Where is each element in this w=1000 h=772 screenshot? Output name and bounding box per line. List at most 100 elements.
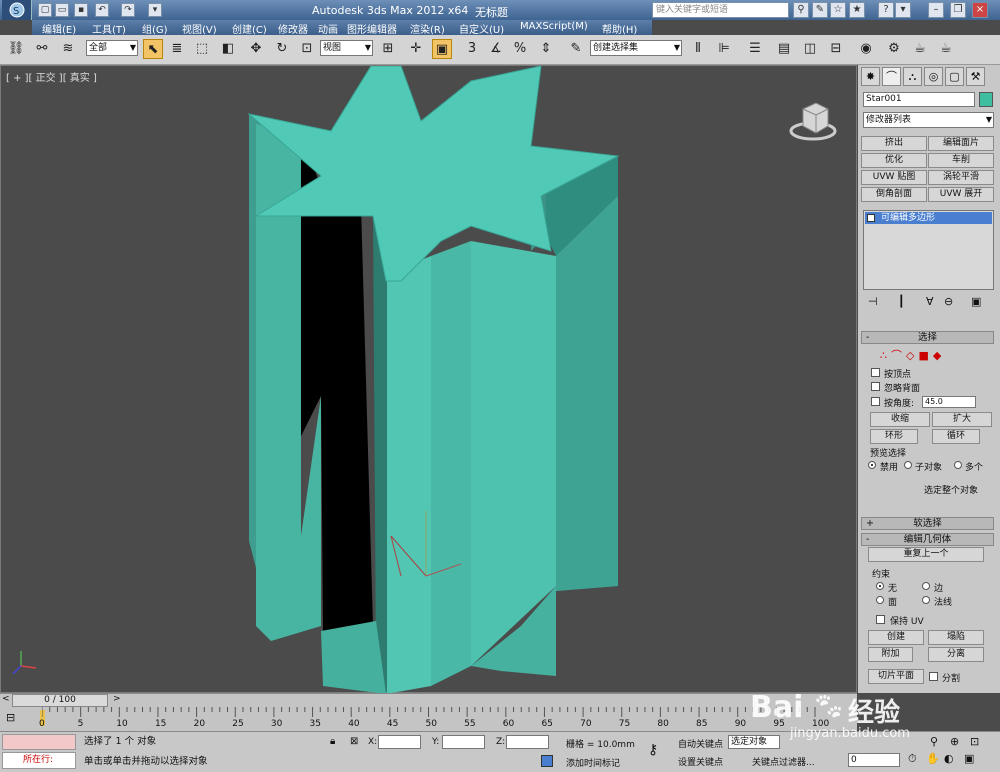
- by-angle-checkbox[interactable]: [871, 397, 880, 406]
- make-unique-icon[interactable]: ∀: [926, 295, 934, 308]
- tools-icon[interactable]: ✎: [812, 2, 828, 18]
- next-frame-icon[interactable]: >: [113, 694, 121, 704]
- spinner-snap-icon[interactable]: ⇕: [536, 39, 556, 59]
- app-logo-icon[interactable]: S: [2, 0, 32, 20]
- select-manipulate-icon[interactable]: ✛: [406, 39, 426, 59]
- select-by-name-icon[interactable]: ≣: [167, 39, 187, 59]
- select-object-icon[interactable]: ⬉: [143, 39, 163, 59]
- graphite-modeling-icon[interactable]: ▤: [774, 39, 794, 59]
- ring-button[interactable]: 环形: [870, 429, 918, 444]
- collapse-button[interactable]: 塌陷: [928, 630, 984, 645]
- orbit-icon[interactable]: ◐: [944, 752, 954, 765]
- keyboard-shortcut-override-icon[interactable]: ▣: [432, 39, 452, 59]
- constraint-face-radio[interactable]: [876, 596, 884, 604]
- motion-tab-icon[interactable]: ◎: [924, 67, 943, 86]
- schematic-view-icon[interactable]: ⊟: [826, 39, 846, 59]
- script-line-label[interactable]: 所在行:: [2, 752, 76, 769]
- stack-expand-icon[interactable]: [867, 214, 875, 222]
- turbosmooth-button[interactable]: 涡轮平滑: [928, 170, 994, 185]
- preview-off-radio[interactable]: [868, 461, 876, 469]
- add-time-tag-button[interactable]: 添加时间标记: [566, 756, 620, 769]
- hierarchy-tab-icon[interactable]: ⛬: [903, 67, 922, 86]
- split-checkbox[interactable]: [929, 672, 938, 681]
- menu-customize[interactable]: 自定义(U): [459, 21, 504, 36]
- modify-tab-icon[interactable]: ⌒: [882, 67, 901, 86]
- remove-modifier-icon[interactable]: ⊖: [944, 295, 953, 308]
- preview-multi-radio[interactable]: [954, 461, 962, 469]
- percent-snap-icon[interactable]: %: [510, 39, 530, 59]
- layer-manager-icon[interactable]: ☰: [745, 39, 765, 59]
- object-name-field[interactable]: Star001: [863, 92, 975, 107]
- star-extrusion-object[interactable]: [1, 66, 858, 694]
- rollout-edit-geometry-header[interactable]: - 编辑几何体: [861, 533, 994, 546]
- maximize-viewport-icon[interactable]: ▣: [964, 752, 974, 765]
- time-tag-icon[interactable]: [541, 755, 553, 767]
- menu-rendering[interactable]: 渲染(R): [410, 21, 445, 36]
- constraint-normal-radio[interactable]: [922, 596, 930, 604]
- track-bar[interactable]: ⊟ 0 5 10 15 20 25 30 35 40 45 50 55 60 65 70 75 80 85 90 95…: [0, 707, 857, 731]
- lock-selection-icon[interactable]: 🔒︎: [330, 736, 335, 747]
- current-frame-field[interactable]: 0: [848, 753, 900, 767]
- time-slider-thumb[interactable]: 0 / 100: [12, 694, 108, 707]
- time-config-icon[interactable]: ⏱: [908, 752, 917, 766]
- extrude-button[interactable]: 挤出: [861, 136, 927, 151]
- mirror-icon[interactable]: ⫴: [688, 39, 708, 59]
- help-icon[interactable]: ?: [878, 2, 894, 18]
- lathe-button[interactable]: 车削: [928, 153, 994, 168]
- close-icon[interactable]: ×: [972, 2, 988, 18]
- menu-create[interactable]: 创建(C): [232, 21, 267, 36]
- subobject-level-icons[interactable]: ∴⌒◇■◆: [880, 347, 945, 363]
- move-icon[interactable]: ✥: [246, 39, 266, 59]
- star-icon[interactable]: ☆: [830, 2, 846, 18]
- bind-space-warp-icon[interactable]: ≋: [58, 39, 78, 59]
- minimize-icon[interactable]: –: [928, 2, 944, 18]
- absolute-mode-icon[interactable]: ⊠: [350, 736, 358, 747]
- menu-edit[interactable]: 编辑(E): [42, 21, 76, 36]
- named-selection-dropdown[interactable]: 创建选择集: [590, 40, 682, 56]
- save-file-icon[interactable]: ▪: [74, 3, 88, 17]
- stack-item-editable-poly[interactable]: 可编辑多边形: [865, 212, 992, 224]
- key-icon[interactable]: ⚷: [648, 742, 658, 758]
- auto-key-button[interactable]: 自动关键点: [678, 737, 723, 750]
- show-end-result-icon[interactable]: ┃: [898, 295, 905, 308]
- favorite-star-icon[interactable]: ★: [849, 2, 865, 18]
- reference-coordinate-dropdown[interactable]: 视图: [320, 40, 373, 56]
- key-filters-button[interactable]: 关键点过滤器...: [752, 755, 815, 768]
- menu-help[interactable]: 帮助(H): [602, 21, 637, 36]
- z-coordinate-field[interactable]: [506, 735, 549, 749]
- constraint-edge-radio[interactable]: [922, 582, 930, 590]
- search-binoculars-icon[interactable]: ⚲: [793, 2, 809, 18]
- ignore-backface-checkbox[interactable]: [871, 382, 880, 391]
- by-vertex-checkbox[interactable]: [871, 368, 880, 377]
- modifier-list-dropdown[interactable]: 修改器列表: [863, 112, 994, 128]
- rollout-selection-header[interactable]: - 选择: [861, 331, 994, 344]
- angle-spinner[interactable]: 45.0: [922, 396, 976, 408]
- rectangular-selection-icon[interactable]: ⬚: [192, 39, 212, 59]
- open-file-icon[interactable]: ▭: [55, 3, 69, 17]
- window-crossing-icon[interactable]: ◧: [218, 39, 238, 59]
- angle-snap-icon[interactable]: ∡: [486, 39, 506, 59]
- new-file-icon[interactable]: ▢: [38, 3, 52, 17]
- pivot-center-icon[interactable]: ⊞: [378, 39, 398, 59]
- display-tab-icon[interactable]: ▢: [945, 67, 964, 86]
- menu-modifiers[interactable]: 修改器: [278, 21, 308, 36]
- unlink-icon[interactable]: ⚯: [32, 39, 52, 59]
- scale-icon[interactable]: ⊡: [297, 39, 317, 59]
- create-button[interactable]: 创建: [868, 630, 924, 645]
- attach-button[interactable]: 附加: [868, 647, 913, 662]
- constraint-none-radio[interactable]: [876, 582, 884, 590]
- render-production-icon[interactable]: ☕: [936, 39, 956, 59]
- x-coordinate-field[interactable]: [378, 735, 421, 749]
- menu-maxscript[interactable]: MAXScript(M): [520, 21, 588, 32]
- edit-patch-button[interactable]: 编辑面片: [928, 136, 994, 151]
- align-icon[interactable]: ⊫: [714, 39, 734, 59]
- prev-frame-icon[interactable]: <: [2, 694, 10, 704]
- rollout-soft-selection-header[interactable]: + 软选择: [861, 517, 994, 530]
- slice-plane-button[interactable]: 切片平面: [868, 669, 924, 684]
- material-editor-icon[interactable]: ◉: [856, 39, 876, 59]
- menu-graph-editors[interactable]: 图形编辑器: [347, 21, 397, 36]
- set-key-button[interactable]: 设置关键点: [678, 755, 723, 768]
- restore-icon[interactable]: ❐: [950, 2, 966, 18]
- quick-access-dropdown-icon[interactable]: ▾: [148, 3, 162, 17]
- optimize-button[interactable]: 优化: [861, 153, 927, 168]
